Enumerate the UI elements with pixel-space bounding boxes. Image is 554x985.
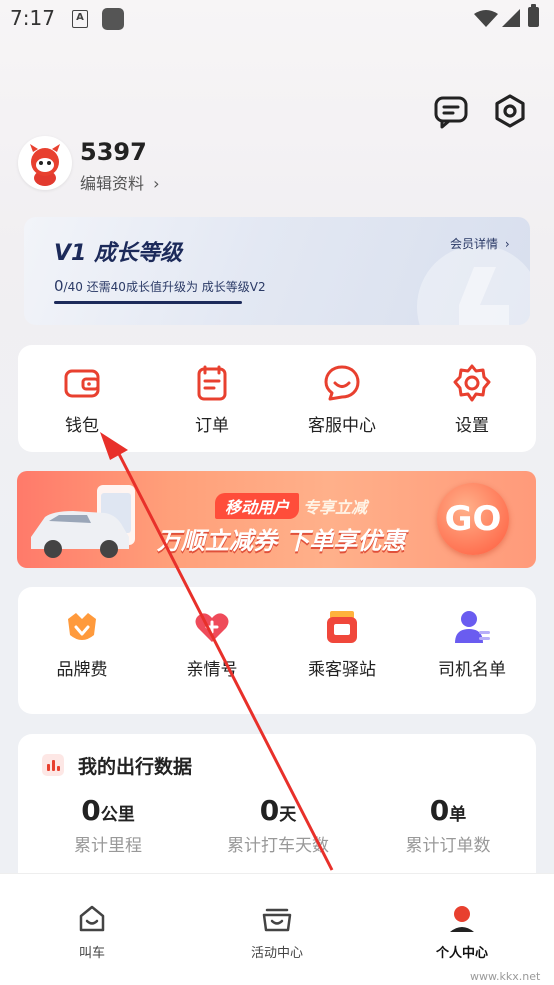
menu-item-label: 钱包 (65, 416, 99, 436)
order-icon (197, 365, 227, 401)
banner-headline: 万顺立减券 下单享优惠 (157, 527, 406, 555)
chevron-right-icon: › (504, 237, 510, 251)
status-time: 7:17 (10, 6, 55, 30)
passenger-station-icon (327, 611, 357, 643)
battery-icon (528, 4, 539, 27)
banner-go-button[interactable]: GO (437, 483, 509, 555)
wallet-icon (64, 369, 100, 398)
banner-tag-suffix: 专享立减 (303, 498, 368, 517)
service-item-passenger-station[interactable]: 乘客驿站 (278, 607, 406, 680)
stat-unit: 公里 (100, 805, 135, 825)
stat-label: 累计里程 (74, 836, 142, 856)
service-item-driver-list[interactable]: 司机名单 (408, 607, 536, 680)
car-illustration-icon (31, 485, 135, 558)
stat-value: 0 (429, 794, 450, 827)
menu-item-label: 设置 (455, 416, 489, 436)
bottom-tab-bar: 叫车 活动中心 个人中心 www.kkx.net (0, 873, 554, 985)
tab-label: 活动中心 (250, 946, 303, 961)
travel-stats-card: 我的出行数据 0公里 累计里程 0天 累计打车天数 0单 累计订单数 (18, 734, 536, 894)
menu-item-label: 客服中心 (308, 416, 376, 436)
customer-service-icon (324, 365, 360, 401)
growth-level-card[interactable]: V1 成长等级 会员详情 › 0/40 还需40成长值升级为 成长等级V2 (24, 217, 530, 325)
banner-tag: 移动用户 (215, 493, 300, 519)
menu-item-orders[interactable]: 订单 (148, 363, 276, 436)
profile-icon (450, 906, 474, 932)
home-icon (79, 905, 105, 932)
stat-label: 累计订单数 (405, 836, 491, 856)
level-progress-current: 0 (54, 277, 64, 295)
message-icon[interactable] (433, 94, 469, 130)
service-item-label: 亲情号 (186, 660, 238, 680)
tab-call-car[interactable]: 叫车 (32, 904, 152, 961)
stat-ride-days: 0天 累计打车天数 (208, 794, 348, 856)
stats-chart-icon (42, 754, 64, 776)
edit-profile-link[interactable]: 编辑资料 › (80, 170, 160, 194)
avatar-mascot-icon (30, 144, 60, 186)
level-progress-bar (54, 301, 242, 304)
banner-go-label: GO (444, 499, 502, 539)
service-item-brand-fee[interactable]: 品牌费 (18, 607, 146, 680)
stat-mileage: 0公里 累计里程 (38, 794, 178, 856)
promo-banner[interactable]: 移动用户 专享立减 万顺立减券 下单享优惠 GO (17, 471, 536, 568)
username: 5397 (80, 138, 147, 166)
service-item-label: 乘客驿站 (308, 660, 376, 680)
tab-activity-center[interactable]: 活动中心 (217, 904, 337, 961)
notification-app-icon (102, 8, 124, 30)
brand-fee-icon (68, 613, 96, 640)
notification-a-icon: A (72, 10, 88, 28)
tab-label: 个人中心 (435, 946, 488, 961)
settings-icon (453, 364, 491, 402)
banner-tag-text: 移动用户 (225, 498, 290, 517)
stat-unit: 天 (279, 805, 297, 825)
quick-menu-card: 钱包 订单 客服中心 设置 (18, 345, 536, 452)
stat-label: 累计打车天数 (227, 836, 329, 856)
scan-icon[interactable] (492, 93, 528, 129)
avatar[interactable] (18, 136, 72, 190)
travel-stats-title: 我的出行数据 (78, 756, 193, 778)
services-card: 品牌费 亲情号 乘客驿站 司机名单 (18, 587, 536, 714)
menu-item-wallet[interactable]: 钱包 (18, 363, 146, 436)
edit-profile-label: 编辑资料 (80, 174, 145, 193)
member-detail-link[interactable]: 会员详情 › (450, 235, 510, 252)
driver-list-icon (455, 611, 490, 643)
status-bar: 7:17 A (0, 0, 554, 40)
cell-signal-icon (502, 9, 520, 27)
stat-value: 0 (81, 794, 101, 827)
wifi-icon (474, 10, 498, 27)
stat-unit: 单 (449, 805, 467, 825)
level-progress-text: 0/40 还需40成长值升级为 成长等级V2 (54, 277, 266, 295)
menu-item-label: 订单 (195, 416, 229, 436)
family-number-icon (195, 613, 229, 642)
tab-personal-center[interactable]: 个人中心 (402, 904, 522, 961)
stat-order-count: 0单 累计订单数 (378, 794, 518, 856)
menu-item-customer-service[interactable]: 客服中心 (278, 363, 406, 436)
tab-label: 叫车 (78, 946, 105, 961)
stat-value: 0 (259, 794, 280, 827)
menu-item-settings[interactable]: 设置 (408, 363, 536, 436)
service-item-label: 司机名单 (438, 660, 506, 680)
activity-icon (262, 908, 292, 932)
member-detail-label: 会员详情 (450, 237, 499, 251)
watermark-text: www.kkx.net (470, 970, 541, 983)
chevron-right-icon: › (153, 174, 160, 193)
level-title: V1 成长等级 (54, 241, 182, 266)
service-item-label: 品牌费 (56, 660, 108, 680)
level-progress-remaining: /40 还需40成长值升级为 成长等级V2 (63, 280, 266, 294)
service-item-family-number[interactable]: 亲情号 (148, 607, 276, 680)
